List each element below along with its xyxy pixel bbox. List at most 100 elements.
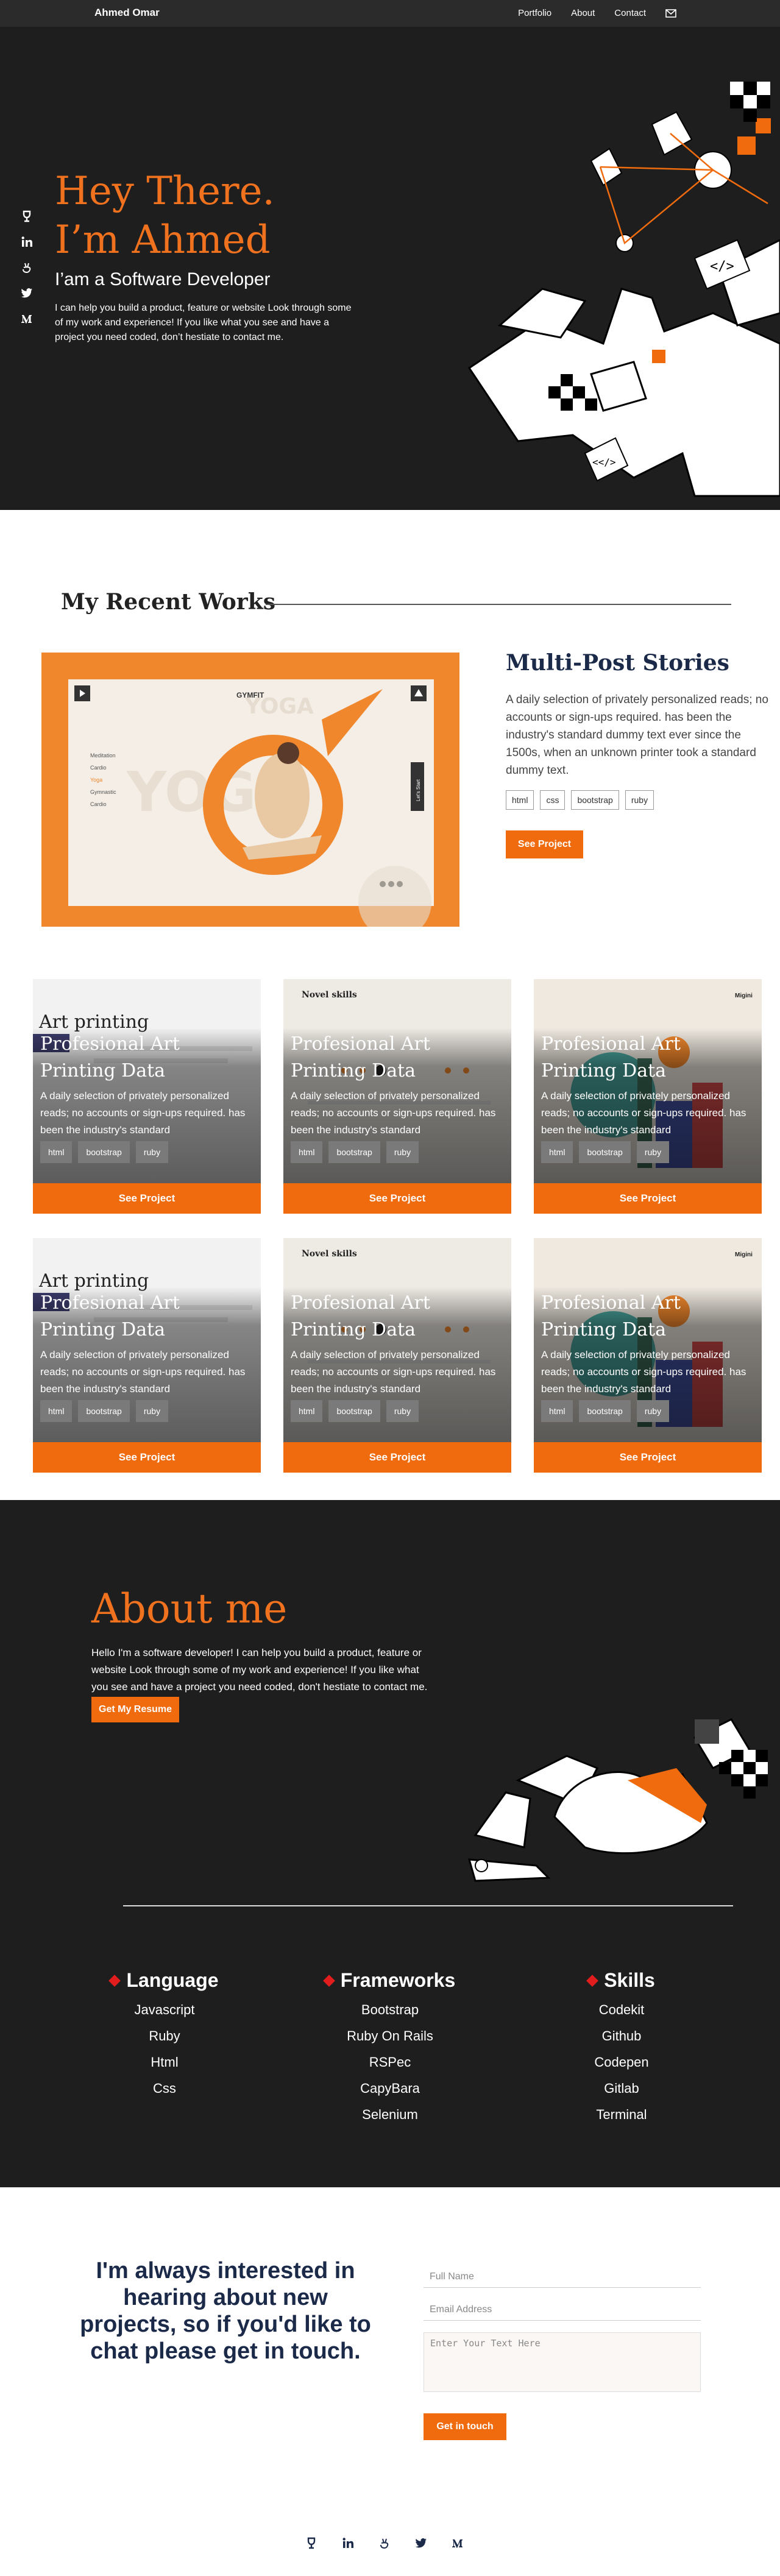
see-project-button[interactable]: See Project [33,1183,261,1214]
angellist-hand-icon[interactable] [20,261,34,274]
twitter-icon[interactable] [414,2536,428,2550]
about-description: Hello I'm a software developer! I can he… [91,1647,428,1693]
nav-link-portfolio[interactable]: Portfolio [518,8,551,18]
project-card[interactable]: Migini Profesional Art Printing Data A d… [534,1238,762,1473]
nav-links: Portfolio About Contact [518,8,676,18]
hero-subtitle: I’am a Software Developer [55,269,271,289]
card-title: Profesional Art Printing Data [291,1292,430,1340]
skill-item: Terminal [596,2107,647,2122]
skill-item: Selenium [362,2107,418,2122]
card-peek-text: Novel skills [302,990,357,1000]
skill-heading: Frameworks [305,1969,475,1992]
hero-illustration: </> <</> [467,82,780,497]
see-project-button[interactable]: See Project [534,1183,762,1214]
greeting-line-1: Hey There. [55,169,275,214]
greeting-line-2: I’m Ahmed [55,218,271,263]
card-tags: html bootstrap ruby [291,1141,419,1163]
skill-item: Codekit [598,2002,645,2017]
skill-item: Bootstrap [361,2002,419,2017]
works-section: My Recent Works YOGA GYMFIT YOGA Meditat… [0,510,780,1500]
project-card[interactable]: Art printing Profesional Art Printing Da… [33,1238,261,1473]
mock-menu-2: Cardio [90,765,107,771]
card-peek-text: Novel skills [302,1249,357,1259]
full-name-field[interactable] [424,2266,701,2288]
angellist-icon[interactable] [20,210,34,223]
brand-logo[interactable]: Ahmed Omar [94,7,160,19]
skill-item: RSPec [369,2054,411,2070]
card-description: A daily selection of privately personali… [541,1090,746,1136]
top-nav: Ahmed Omar Portfolio About Contact [0,0,780,27]
skill-column-frameworks: Frameworks Bootstrap Ruby On Rails RSPec… [305,1969,475,2128]
medium-icon[interactable] [451,2536,464,2550]
featured-tags: html css bootstrap ruby [506,790,654,810]
see-project-button[interactable]: See Project [534,1442,762,1473]
envelope-icon[interactable] [665,9,676,18]
project-card[interactable]: Novel skills Profesional Art Printing Da… [283,979,511,1214]
medium-icon[interactable] [20,312,34,325]
contact-heading: I'm always interested in hearing about n… [80,2258,371,2364]
card-description: A daily selection of privately personali… [541,1349,746,1395]
linkedin-icon[interactable] [20,235,34,249]
email-field[interactable] [424,2299,701,2321]
tag: ruby [386,1400,419,1422]
tag: ruby [636,1400,670,1422]
social-links-vertical [20,210,34,325]
tag: bootstrap [571,790,619,810]
tag: html [291,1400,323,1422]
card-peek-text: Migini [735,993,753,999]
tag: ruby [386,1141,419,1163]
tag: ruby [135,1400,169,1422]
skill-list: Bootstrap Ruby On Rails RSPec CapyBara S… [305,1997,475,2128]
skill-heading-text: Skills [604,1969,655,1991]
skill-item: Javascript [134,2002,195,2017]
about-title: About me [91,1585,288,1632]
about-divider [123,1905,733,1906]
skill-column-language: Language Javascript Ruby Html Css [94,1969,235,2101]
hero-description: I can help you build a product, feature … [55,303,352,342]
tag: css [540,790,566,810]
see-project-button[interactable]: See Project [33,1442,261,1473]
linkedin-icon[interactable] [341,2536,355,2550]
project-card[interactable]: Novel skills Profesional Art Printing Da… [283,1238,511,1473]
diamond-bullet-icon [322,1974,335,1987]
skill-item: Github [601,2028,642,2043]
hero-section: Hey There. I’m Ahmed I’am a Software Deve… [0,27,780,510]
card-title: Profesional Art Printing Data [541,1033,681,1081]
twitter-icon[interactable] [20,286,34,300]
skill-heading: Language [94,1969,235,1992]
tag: bootstrap [78,1400,130,1422]
get-resume-button[interactable]: Get My Resume [91,1697,180,1722]
featured-project-image[interactable]: YOGA GYMFIT YOGA Meditation Cardio Yoga … [41,653,459,927]
project-card[interactable]: Migini Profesional Art Printing Data A d… [534,979,762,1214]
title-divider [266,604,731,605]
card-peek-text: Migini [735,1251,753,1258]
skill-item: Html [151,2054,179,2070]
card-title: Profesional Art Printing Data [291,1033,430,1081]
tag: html [40,1141,73,1163]
mock-logo: GYMFIT [236,691,264,699]
tag: bootstrap [328,1400,380,1422]
angellist-hand-icon[interactable] [378,2536,391,2550]
card-tags: html bootstrap ruby [40,1141,169,1163]
angellist-icon[interactable] [305,2536,318,2550]
tag: bootstrap [579,1400,631,1422]
message-field[interactable] [424,2332,701,2392]
card-title: Profesional Art Printing Data [541,1292,681,1340]
project-card[interactable]: Art printing Profesional Art Printing Da… [33,979,261,1214]
works-title: My Recent Works [61,589,275,615]
mock-menu-5: Cardio [90,801,107,807]
get-in-touch-button[interactable]: Get in touch [424,2413,506,2440]
nav-link-about[interactable]: About [571,8,595,18]
tag: html [541,1141,573,1163]
skill-list: Javascript Ruby Html Css [94,1997,235,2101]
code-glyph-2: <</> [592,456,616,468]
see-project-button[interactable]: See Project [283,1183,511,1214]
card-description: A daily selection of privately personali… [40,1090,246,1136]
featured-see-project-button[interactable]: See Project [506,830,583,858]
skill-heading-text: Language [126,1969,219,1991]
see-project-button[interactable]: See Project [283,1442,511,1473]
tag: ruby [135,1141,169,1163]
card-description: A daily selection of privately personali… [291,1349,496,1395]
tag: html [506,790,534,810]
nav-link-contact[interactable]: Contact [614,8,646,18]
